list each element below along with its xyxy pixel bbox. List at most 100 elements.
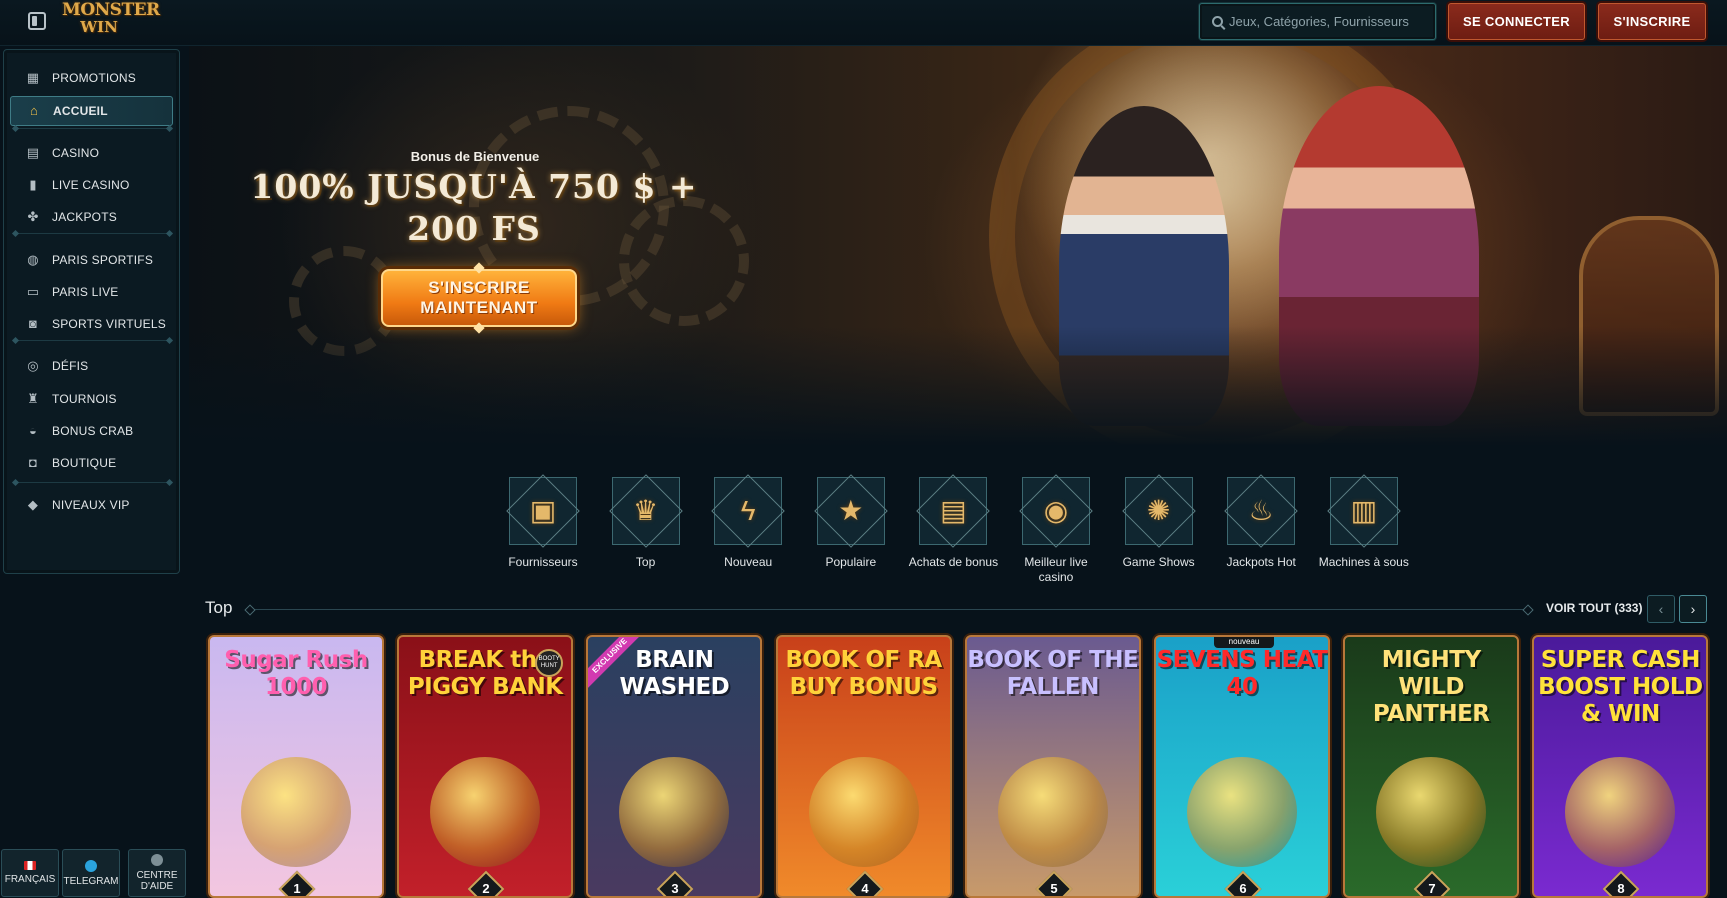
sidebar-toggle-icon[interactable] <box>28 12 46 30</box>
rank-number: 6 <box>1239 881 1247 896</box>
game-card[interactable]: SEVENS HEAT 40 nouveau 6 <box>1154 635 1330 898</box>
sidebar-item-label: BONUS CRAB <box>52 424 134 438</box>
help-icon <box>151 854 163 866</box>
rank-number: 1 <box>293 881 301 896</box>
category-label: Meilleur live casino <box>1024 555 1088 584</box>
rank-badge: 2 <box>467 870 505 896</box>
game-card[interactable]: BREAK the PIGGY BANK BOOTY HUNT 2 <box>397 635 574 898</box>
rank-number: 8 <box>1617 881 1625 896</box>
category-label: Fournisseurs <box>508 555 578 569</box>
sidebar-item-accueil[interactable]: ⌂ ACCUEIL <box>10 96 173 126</box>
top-bar: MONSTER WIN Jeux, Catégories, Fournisseu… <box>0 0 1727 46</box>
category-tile: ♛ <box>611 477 680 545</box>
rank-number: 2 <box>482 881 490 896</box>
rank-badge: 1 <box>278 870 316 896</box>
help-center-button[interactable]: CENTRE D'AIDE <box>128 849 186 897</box>
category-game-shows[interactable]: ✺ Game Shows <box>1109 477 1209 570</box>
telegram-button[interactable]: TELEGRAM <box>62 849 120 897</box>
sidebar-divider <box>16 340 169 341</box>
game-artwork <box>808 757 919 867</box>
category-fournisseurs[interactable]: ▣ Fournisseurs <box>493 477 593 570</box>
phone-card-icon: ▮ <box>29 177 37 192</box>
sidebar-item-boutique[interactable]: ◘ BOUTIQUE <box>10 448 173 478</box>
category-meilleur-live-casino[interactable]: ◉ Meilleur live casino <box>1006 477 1106 585</box>
category-label: Nouveau <box>724 555 773 569</box>
game-card[interactable]: BOOK OF RA BUY BONUS 4 <box>775 635 952 898</box>
category-label: Achats de bonus <box>908 555 999 569</box>
game-title: BOOK OF THE FALLEN <box>967 647 1139 700</box>
category-tile: ▥ <box>1329 477 1398 545</box>
carousel-next-button[interactable]: › <box>1679 595 1707 623</box>
star-icon: ★ <box>838 495 864 526</box>
clover-icon: ✤ <box>27 209 39 224</box>
hero-character-woman <box>1279 86 1479 426</box>
search-input[interactable]: Jeux, Catégories, Fournisseurs <box>1199 3 1436 40</box>
category-tile: ◉ <box>1022 477 1090 545</box>
target-icon: ◎ <box>27 358 39 373</box>
rank-number: 4 <box>860 881 869 896</box>
sidebar-item-label: CASINO <box>52 146 100 160</box>
hero-signup-button[interactable]: S'INSCRIRE MAINTENANT <box>381 269 577 327</box>
booty-hunt-badge: BOOTY HUNT <box>535 649 564 677</box>
game-title: SEVENS HEAT 40 <box>1156 647 1328 700</box>
crab-icon: ◒ <box>28 423 38 438</box>
login-button[interactable]: SE CONNECTER <box>1448 3 1585 40</box>
sidebar-item-label: SPORTS VIRTUELS <box>52 317 166 331</box>
sidebar-item-défis[interactable]: ◎ DÉFIS <box>10 351 173 381</box>
category-tile: ♨ <box>1227 477 1296 545</box>
see-all-link[interactable]: VOIR TOUT (333) <box>1546 601 1642 615</box>
carousel-prev-button[interactable]: ‹ <box>1647 595 1675 623</box>
game-title: SUPER CASH BOOST HOLD & WIN <box>1538 647 1703 727</box>
category-nouveau[interactable]: ϟ Nouveau <box>698 477 798 570</box>
category-tile: ✺ <box>1124 477 1193 545</box>
section-divider <box>250 609 1528 610</box>
gift-icon: ▦ <box>26 70 40 85</box>
logo[interactable]: MONSTER WIN <box>62 2 160 42</box>
chest-icon: ▤ <box>940 495 967 526</box>
signup-button[interactable]: S'INSCRIRE <box>1598 3 1706 40</box>
hero-banner[interactable]: Bonus de Bienvenue 100% JUSQU'À 750 $ + … <box>189 46 1727 446</box>
hero-title: 100% JUSQU'À 750 $ + 200 FS <box>250 167 698 248</box>
category-achats-de-bonus[interactable]: ▤ Achats de bonus <box>903 477 1003 570</box>
sidebar-divider <box>16 482 169 483</box>
rank-number: 3 <box>671 881 679 896</box>
section-title: Top <box>205 598 233 617</box>
sidebar-item-bonus-crab[interactable]: ◒ BONUS CRAB <box>10 416 173 446</box>
sidebar-item-paris-sportifs[interactable]: ◍ PARIS SPORTIFS <box>10 245 173 275</box>
category-label: Game Shows <box>1122 555 1195 569</box>
category-populaire[interactable]: ★ Populaire <box>801 477 901 570</box>
wheel-icon: ✺ <box>1146 495 1171 526</box>
telegram-icon <box>85 859 97 872</box>
rank-badge: 4 <box>846 870 883 896</box>
game-artwork <box>430 757 541 867</box>
sidebar-item-live-casino[interactable]: ▮ LIVE CASINO <box>10 170 173 200</box>
new-badge: nouveau <box>1214 637 1274 648</box>
game-card[interactable]: MIGHTY WILD PANTHER 7 <box>1343 635 1520 898</box>
sidebar-divider <box>16 233 169 234</box>
sidebar-item-promotions[interactable]: ▦ PROMOTIONS <box>10 63 173 93</box>
sidebar: ▦ PROMOTIONS ⌂ ACCUEIL ▤ CASINO ▮ LIVE CASINO ✤ J… <box>3 49 180 574</box>
sidebar-item-niveaux-vip[interactable]: ◆ NIVEAUX VIP <box>10 490 173 520</box>
chip-icon: ◉ <box>1043 495 1069 526</box>
game-card[interactable]: BRAIN WASHED EXCLUSIVE 3 <box>586 635 763 898</box>
crown-icon: ♛ <box>633 495 659 526</box>
category-machines-à-sous[interactable]: ▥ Machines à sous <box>1314 477 1414 570</box>
category-top[interactable]: ♛ Top <box>596 477 696 570</box>
diamond-icon: ◆ <box>27 497 39 512</box>
sidebar-item-tournois[interactable]: ♜ TOURNOIS <box>10 384 173 414</box>
language-button[interactable]: FRANÇAIS <box>1 849 59 897</box>
flame-icon: ♨ <box>1248 495 1274 526</box>
sidebar-item-casino[interactable]: ▤ CASINO <box>10 138 173 168</box>
game-card[interactable]: SUPER CASH BOOST HOLD & WIN 8 <box>1532 635 1709 898</box>
sidebar-item-label: PROMOTIONS <box>52 71 137 85</box>
game-card[interactable]: Sugar Rush 1000 1 <box>208 635 384 898</box>
sidebar-item-jackpots[interactable]: ✤ JACKPOTS <box>10 202 173 232</box>
sidebar-item-sports-virtuels[interactable]: ◙ SPORTS VIRTUELS <box>10 309 173 339</box>
sidebar-item-label: PARIS SPORTIFS <box>52 253 154 267</box>
category-tile: ϟ <box>714 477 783 545</box>
sidebar-item-label: BOUTIQUE <box>52 456 117 470</box>
game-card[interactable]: BOOK OF THE FALLEN 5 <box>964 635 1141 898</box>
category-tile: ▣ <box>509 477 577 545</box>
sidebar-item-paris-live[interactable]: ▭ PARIS LIVE <box>10 277 173 307</box>
category-jackpots-hot[interactable]: ♨ Jackpots Hot <box>1211 477 1311 570</box>
